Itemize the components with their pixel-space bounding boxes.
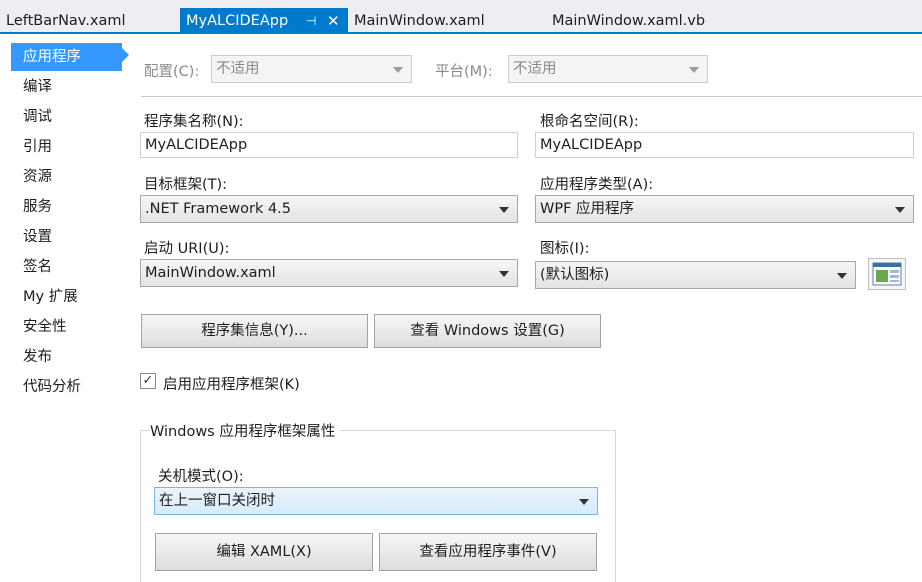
nav-item-signing[interactable]: 签名 [11,253,122,281]
view-app-events-button[interactable]: 查看应用程序事件(V) [379,533,597,571]
startup-uri-combo[interactable]: MainWindow.xaml [140,259,518,287]
nav-item-security[interactable]: 安全性 [11,313,122,341]
shutdown-mode-value: 在上一窗口关闭时 [159,493,275,509]
nav-item-code-analysis[interactable]: 代码分析 [11,373,122,401]
pin-icon[interactable]: ⊣ [306,8,316,34]
target-framework-value: .NET Framework 4.5 [145,201,292,217]
nav-item-compile[interactable]: 编译 [11,73,122,101]
assembly-name-input[interactable]: MyALCIDEApp [140,132,518,158]
checkmark-icon: ✓ [142,373,154,388]
app-type-combo[interactable]: WPF 应用程序 [535,195,914,223]
app-type-value: WPF 应用程序 [540,201,635,217]
icon-value: (默认图标) [540,267,610,283]
startup-uri-value: MainWindow.xaml [145,265,276,281]
nav-selection-arrow [122,48,129,62]
nav-item-resources[interactable]: 资源 [11,163,122,191]
assembly-info-button[interactable]: 程序集信息(Y)... [141,314,368,348]
nav-item-services[interactable]: 服务 [11,193,122,221]
shutdown-mode-label: 关机模式(O): [158,469,244,485]
icon-combo[interactable]: (默认图标) [535,261,856,289]
config-label: 配置(C): [144,64,200,80]
tab-leftbarnav[interactable]: LeftBarNav.xaml [6,8,126,34]
nav-item-publish[interactable]: 发布 [11,343,122,371]
document-tab-strip: LeftBarNav.xaml MyALCIDEApp ⊣ ✕ MainWind… [0,0,922,34]
nav-item-references[interactable]: 引用 [11,133,122,161]
app-type-label: 应用程序类型(A): [540,177,654,193]
nav-item-application[interactable]: 应用程序 [11,43,122,71]
tab-mainwindow-xaml-vb[interactable]: MainWindow.xaml.vb [552,8,705,34]
config-combo[interactable]: 不适用 [211,55,412,83]
tab-label: MyALCIDEApp [186,13,289,29]
view-windows-settings-button[interactable]: 查看 Windows 设置(G) [374,314,601,348]
chevron-down-icon [579,499,589,505]
root-namespace-label: 根命名空间(R): [540,114,639,130]
root-namespace-input[interactable]: MyALCIDEApp [535,132,914,158]
target-framework-combo[interactable]: .NET Framework 4.5 [140,195,518,223]
chevron-down-icon [895,207,905,213]
icon-label: 图标(I): [540,241,590,257]
chevron-down-icon [689,67,699,73]
enable-framework-checkbox[interactable]: ✓ [140,373,156,389]
chevron-down-icon [499,207,509,213]
nav-item-debug[interactable]: 调试 [11,103,122,131]
nav-item-settings[interactable]: 设置 [11,223,122,251]
chevron-down-icon [393,67,403,73]
close-icon[interactable]: ✕ [327,8,340,34]
property-nav: 应用程序 编译 调试 引用 资源 服务 设置 签名 My 扩展 安全性 发布 代… [0,36,130,582]
edit-xaml-button[interactable]: 编辑 XAML(X) [155,533,373,571]
config-value: 不适用 [216,61,260,77]
platform-label: 平台(M): [435,64,493,80]
chevron-down-icon [837,273,847,279]
enable-framework-label: 启用应用程序框架(K) [163,377,300,393]
platform-combo[interactable]: 不适用 [508,55,708,83]
chevron-down-icon [499,271,509,277]
tab-mainwindow-xaml[interactable]: MainWindow.xaml [354,8,485,34]
platform-value: 不适用 [513,61,557,77]
startup-uri-label: 启动 URI(U): [144,241,230,257]
shutdown-mode-combo[interactable]: 在上一窗口关闭时 [154,487,598,515]
app-icon-preview [868,258,906,290]
nav-item-my-extensions[interactable]: My 扩展 [11,283,122,311]
tab-myalcideapp[interactable]: MyALCIDEApp ⊣ ✕ [180,8,348,34]
assembly-name-label: 程序集名称(N): [144,114,244,130]
target-framework-label: 目标框架(T): [144,177,228,193]
separator [141,96,922,97]
framework-group-title: Windows 应用程序框架属性 [150,420,340,441]
